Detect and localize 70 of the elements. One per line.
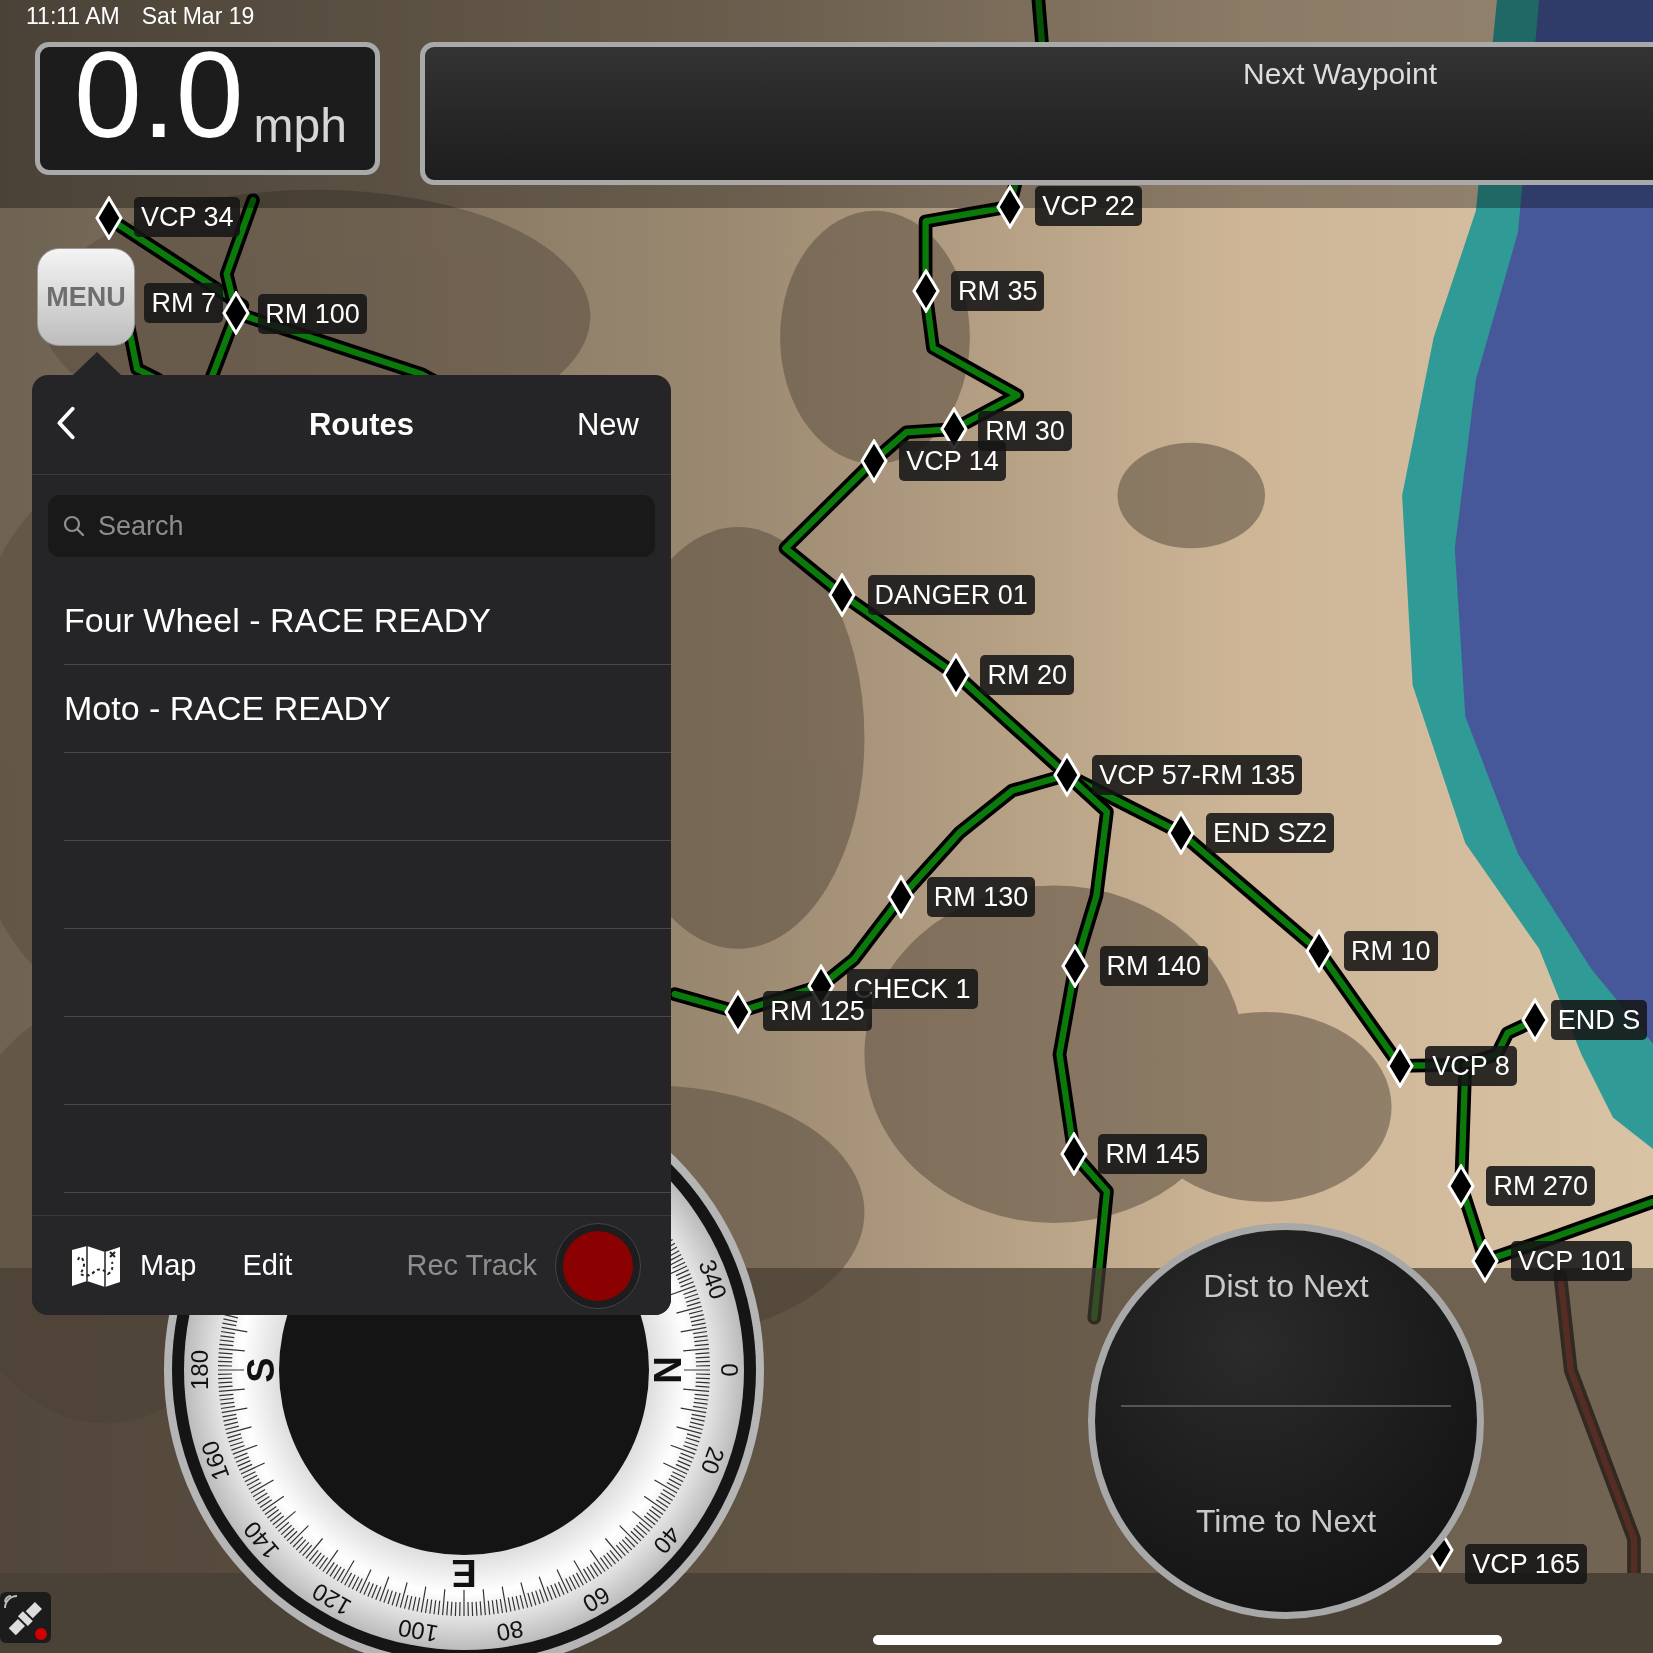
waypoint-diamond-icon <box>1060 1132 1089 1177</box>
compass-degree-label: 160 <box>195 1437 235 1485</box>
waypoint-diamond-icon <box>1061 943 1090 988</box>
waypoint-diamond-icon <box>1304 928 1333 973</box>
compass-degree-label: 120 <box>307 1577 356 1622</box>
waypoint-label: RM 10 <box>1344 930 1438 971</box>
chevron-left-icon <box>55 406 77 440</box>
menu-button[interactable]: MENU <box>37 248 135 346</box>
waypoint-label: VCP 22 <box>1035 185 1142 226</box>
waypoint-diamond-icon <box>94 196 123 241</box>
waypoint-diamond-icon <box>222 291 251 336</box>
waypoint-diamond-icon <box>887 875 916 920</box>
compass-cardinal-label: E <box>451 1552 477 1594</box>
compass-degree-label: 20 <box>695 1443 731 1478</box>
waypoint-label: VCP 57-RM 135 <box>1092 754 1303 795</box>
waypoint-label: RM 145 <box>1098 1134 1208 1175</box>
search-field[interactable]: Search <box>48 495 655 557</box>
waypoint-label: RM 30 <box>978 411 1072 452</box>
satellite-status-icon <box>0 1592 51 1643</box>
waypoint-label: RM 140 <box>1099 945 1209 986</box>
waypoint-diamond-icon <box>1386 1043 1414 1088</box>
waypoint-label: RM 35 <box>950 270 1045 311</box>
compass-degree-label: 60 <box>578 1581 615 1618</box>
waypoint-label: RM 270 <box>1486 1166 1595 1206</box>
compass-degree-label: 340 <box>693 1255 733 1303</box>
waypoint-label: RM 100 <box>258 294 367 335</box>
waypoint-label: VCP 101 <box>1510 1240 1633 1281</box>
compass-degree-label: 180 <box>185 1350 213 1390</box>
route-list-item[interactable]: Moto - RACE READY <box>64 689 391 728</box>
compass-degree-label: 80 <box>494 1615 526 1647</box>
compass-cardinal-label: N <box>646 1356 688 1384</box>
waypoint-label: VCP 8 <box>1425 1045 1517 1086</box>
waypoint-diamond-icon <box>723 990 752 1035</box>
next-waypoint-title: Next Waypoint <box>1243 57 1437 90</box>
waypoint-label: END SZ2 <box>1206 812 1335 853</box>
compass-degree-label: 140 <box>237 1516 285 1565</box>
waypoint-diamond-icon <box>1471 1238 1500 1283</box>
status-time: 11:11 AM <box>26 3 120 30</box>
waypoint-label: RM 130 <box>926 877 1036 918</box>
waypoint-label: VCP 165 <box>1465 1544 1587 1585</box>
map-button[interactable]: Map <box>140 1249 197 1282</box>
speed-unit: mph <box>253 102 347 154</box>
waypoint-diamond-icon <box>1052 752 1081 797</box>
waypoint-label: RM 7 <box>144 282 223 323</box>
time-to-next-label: Time to Next <box>1195 1503 1377 1540</box>
status-date: Sat Mar 19 <box>141 3 255 30</box>
waypoint-diamond-icon <box>995 184 1024 229</box>
compass-degree-label: 0 <box>715 1363 743 1377</box>
popover-title: Routes <box>308 406 415 443</box>
compass-degree-label: 100 <box>395 1614 441 1648</box>
waypoint-label: END S <box>1550 1000 1648 1041</box>
edit-button[interactable]: Edit <box>242 1249 293 1282</box>
rec-track-button[interactable]: Rec Track <box>406 1249 537 1282</box>
dist-to-next-label: Dist to Next <box>1203 1268 1369 1305</box>
new-button[interactable]: New <box>577 406 639 443</box>
waypoint-label: DANGER 01 <box>867 574 1035 615</box>
waypoint-label: VCP 14 <box>899 440 1006 481</box>
compass-degree-label: 40 <box>648 1521 686 1560</box>
waypoint-label: VCP 34 <box>133 197 241 238</box>
waypoint-diamond-icon <box>859 438 888 483</box>
waypoint-diamond-icon <box>942 652 971 697</box>
compass-cardinal-label: S <box>240 1357 282 1383</box>
waypoint-diamond-icon <box>911 268 940 313</box>
map-icon <box>70 1243 122 1288</box>
speed-value: 0.0 <box>74 34 244 156</box>
waypoint-diamond-icon <box>828 572 857 617</box>
route-list-item[interactable]: Four Wheel - RACE READY <box>64 601 491 640</box>
waypoint-label: RM 20 <box>980 654 1074 695</box>
waypoint-diamond-icon <box>1447 1164 1476 1208</box>
waypoint-diamond-icon <box>1166 810 1195 855</box>
